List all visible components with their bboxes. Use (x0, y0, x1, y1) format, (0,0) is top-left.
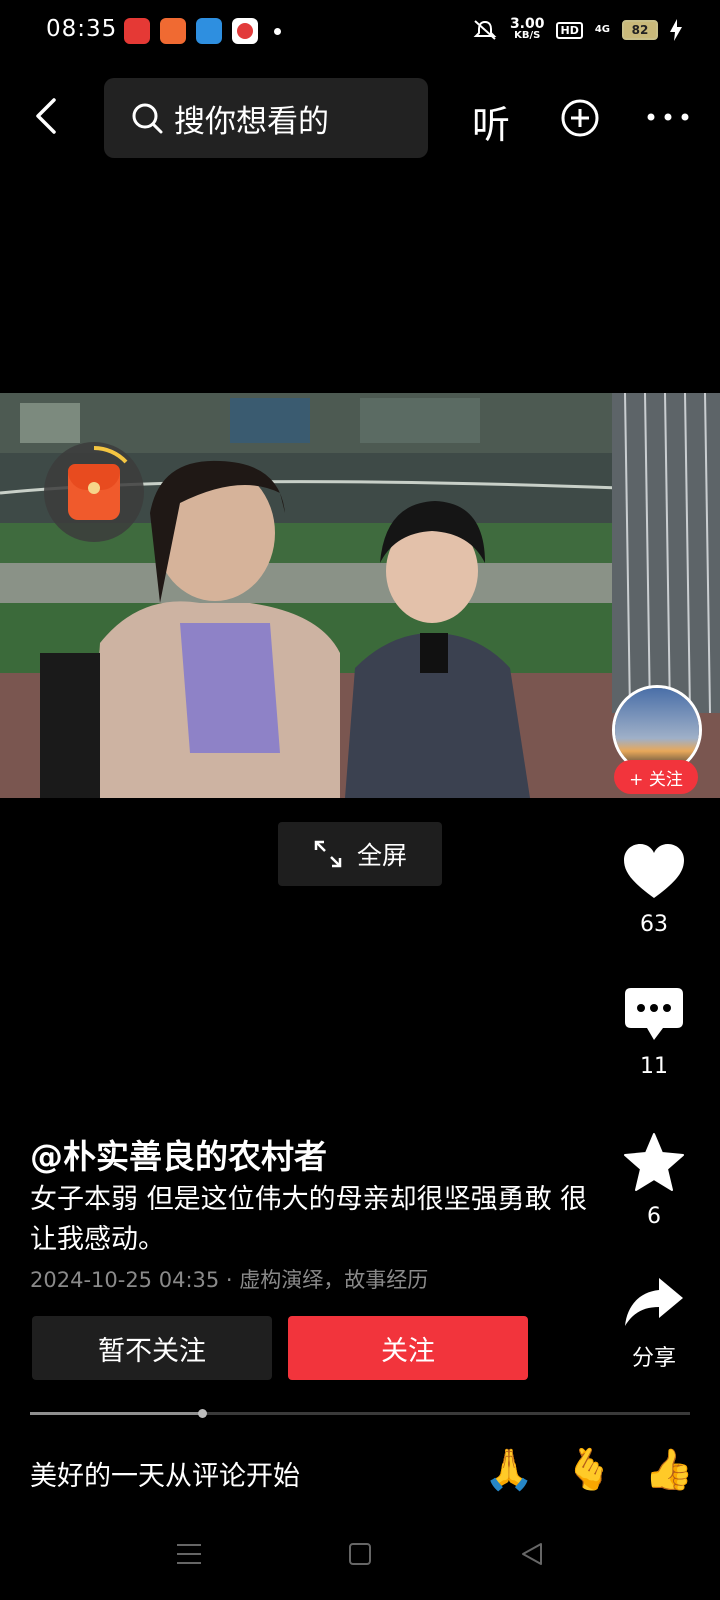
red-envelope-icon (68, 464, 120, 520)
fullscreen-label: 全屏 (356, 841, 407, 870)
comment-count: 11 (640, 1054, 668, 1079)
back-triangle-icon[interactable] (520, 1542, 544, 1566)
pray-emoji-button[interactable]: 🙏 (484, 1446, 534, 1493)
netease-app-icon (232, 18, 258, 44)
progress-knob[interactable] (197, 1409, 207, 1418)
comment-bubble-icon (625, 988, 683, 1040)
back-arrow-icon[interactable] (30, 96, 64, 136)
like-count: 63 (640, 912, 668, 937)
author-follow-badge[interactable]: + 关注 (614, 760, 698, 794)
more-options-icon[interactable] (646, 110, 690, 124)
network-speed: 3.00 KB/S (509, 16, 545, 41)
fullscreen-button[interactable]: 全屏 (278, 822, 442, 886)
reader-app-icon (160, 18, 186, 44)
search-icon (132, 103, 163, 134)
notification-icons (124, 18, 281, 44)
expand-icon (314, 840, 342, 868)
status-time: 08:35 (46, 16, 118, 42)
favorite-count: 6 (647, 1204, 661, 1229)
star-icon (624, 1133, 684, 1191)
add-circle-icon[interactable] (560, 98, 600, 138)
share-label: 分享 (631, 1346, 676, 1371)
top-bar: 搜你想看的 听 (0, 76, 720, 158)
not-follow-button[interactable]: 暂不关注 (32, 1316, 272, 1380)
video-progress-bar[interactable] (30, 1409, 690, 1418)
comment-input[interactable]: 美好的一天从评论开始 (30, 1454, 300, 1493)
post-meta: 2024-10-25 04:35 · 虚构演绎，故事经历 (30, 1268, 429, 1292)
like-action[interactable]: 63 (618, 842, 690, 937)
hd-badge: HD (556, 21, 583, 39)
share-arrow-icon (625, 1278, 683, 1326)
charging-icon (670, 19, 682, 41)
telegram-app-icon (196, 18, 222, 44)
thumbs-up-emoji-button[interactable]: 👍 (644, 1446, 694, 1493)
home-square-icon[interactable] (348, 1542, 372, 1566)
heart-icon (624, 844, 684, 898)
follow-button[interactable]: 关注 (288, 1316, 528, 1380)
red-envelope-reward-button[interactable] (44, 442, 144, 542)
favorite-action[interactable]: 6 (618, 1132, 690, 1229)
menu-icon[interactable] (176, 1542, 202, 1566)
post-description: 女子本弱 但是这位伟大的母亲却很坚强勇敢 很让我感动。 (30, 1184, 588, 1255)
progress-fill (30, 1412, 202, 1415)
toutiao-app-icon (124, 18, 150, 44)
comment-action[interactable]: 11 (618, 986, 690, 1079)
status-indicators: 3.00 KB/S HD 4G 82 (472, 16, 682, 42)
post-username[interactable]: @朴实善良的农村者 (30, 1130, 327, 1178)
mute-icon (473, 20, 497, 40)
share-action[interactable]: 分享 (618, 1276, 690, 1372)
cellular-signal: 4G (594, 24, 610, 35)
battery-indicator: 82 (622, 20, 658, 40)
finger-heart-emoji-button[interactable]: 🫰 (564, 1446, 614, 1493)
status-bar: 08:35 3.00 KB/S HD 4G 82 (0, 0, 720, 64)
more-notifications-dot (274, 27, 281, 35)
search-placeholder: 搜你想看的 (174, 103, 329, 140)
search-box[interactable]: 搜你想看的 (104, 78, 428, 158)
listen-button[interactable]: 听 (472, 94, 510, 149)
comment-bar: 美好的一天从评论开始 🙏 🫰 👍 (0, 1436, 720, 1516)
system-nav-bar (0, 1520, 720, 1600)
